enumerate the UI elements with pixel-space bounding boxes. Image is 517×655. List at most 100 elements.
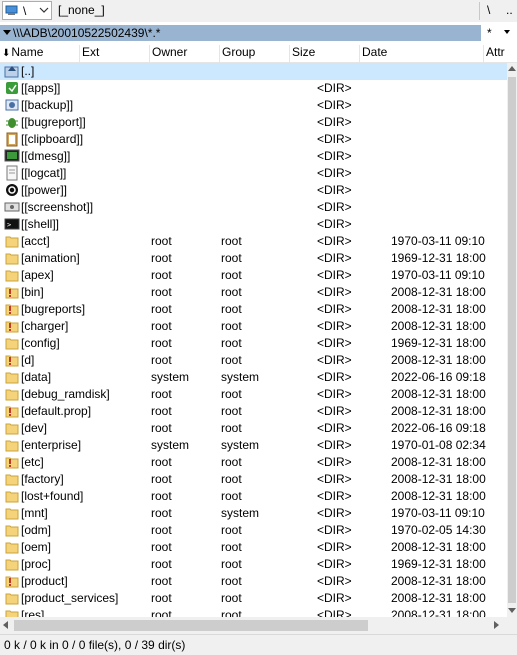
column-header: ⬇Name Ext Owner Group Size Date Attr [0, 43, 517, 63]
vertical-scrollbar[interactable] [507, 63, 517, 617]
column-attr[interactable]: Attr [484, 45, 517, 62]
file-row[interactable]: [odm] root root <DIR> 1970-02-05 14:30 [0, 522, 507, 539]
file-row[interactable]: [proc] root root <DIR> 1969-12-31 18:00 [0, 556, 507, 573]
file-row[interactable]: > [[shell]] <DIR> [0, 216, 507, 233]
file-name: [enterprise] [21, 438, 82, 452]
current-path[interactable]: \\\ADB\20010522502439\*.* [0, 25, 481, 41]
column-group[interactable]: Group [220, 45, 290, 62]
file-row[interactable]: [enterprise] system system <DIR> 1970-01-08 … [0, 437, 507, 454]
file-row[interactable]: [product] root root <DIR> 2008-12-31 18:00 [0, 573, 507, 590]
file-row[interactable]: [[screenshot]] <DIR> [0, 199, 507, 216]
power-icon [6, 184, 18, 196]
scroll-up-icon[interactable] [508, 66, 516, 71]
file-row[interactable]: [product_services] root root <DIR> 2008-12-3… [0, 590, 507, 607]
file-row[interactable]: [[clipboard]] <DIR> [0, 131, 507, 148]
file-group: root [221, 387, 242, 401]
file-name: [odm] [21, 523, 52, 537]
file-row[interactable]: [[logcat]] <DIR> [0, 165, 507, 182]
folder-icon [5, 372, 19, 384]
folder-link-icon [5, 321, 19, 333]
file-row[interactable]: [config] root root <DIR> 1969-12-31 18:00 [0, 335, 507, 352]
file-row[interactable]: [[bugreport]] <DIR> [0, 114, 507, 131]
file-size: <DIR> [317, 574, 352, 588]
file-row[interactable]: [bin] root root <DIR> 2008-12-31 18:00 [0, 284, 507, 301]
scroll-left-icon[interactable] [3, 621, 8, 629]
filter-button[interactable]: * [487, 26, 492, 40]
file-name: [oem] [21, 540, 52, 554]
file-row[interactable]: [charger] root root <DIR> 2008-12-31 18:00 [0, 318, 507, 335]
file-group: root [221, 557, 242, 571]
file-group: root [221, 285, 242, 299]
file-row[interactable]: [animation] root root <DIR> 1969-12-31 18:00 [0, 250, 507, 267]
file-row[interactable]: [oem] root root <DIR> 2008-12-31 18:00 [0, 539, 507, 556]
column-owner[interactable]: Owner [150, 45, 220, 62]
file-row[interactable]: [factory] root root <DIR> 2008-12-31 18:00 [0, 471, 507, 488]
file-group: system [221, 370, 260, 384]
file-name: [data] [21, 370, 52, 384]
file-owner: root [151, 608, 172, 617]
file-row[interactable]: [[power]] <DIR> [0, 182, 507, 199]
horizontal-scroll-thumb[interactable] [14, 620, 368, 631]
root-dir-button[interactable]: \ [487, 3, 490, 17]
file-owner: root [151, 523, 172, 537]
drive-selector[interactable]: \ [2, 1, 52, 20]
file-size: <DIR> [317, 132, 352, 146]
horizontal-scrollbar[interactable] [0, 617, 517, 634]
folder-link-icon [5, 406, 19, 418]
file-size: <DIR> [317, 387, 352, 401]
column-name[interactable]: ⬇Name [0, 45, 80, 62]
file-row[interactable]: [bugreports] root root <DIR> 2008-12-31 18:0… [0, 301, 507, 318]
file-row[interactable]: [debug_ramdisk] root root <DIR> 2008-12-31 1… [0, 386, 507, 403]
file-name: [default.prop] [21, 404, 92, 418]
file-row[interactable]: [[apps]] <DIR> [0, 80, 507, 97]
file-date: 2008-12-31 18:00 [391, 387, 486, 401]
folder-icon [5, 338, 19, 350]
file-date: 1969-12-31 18:00 [391, 251, 486, 265]
file-size: <DIR> [317, 404, 352, 418]
file-row[interactable]: [data] system system <DIR> 2022-06-16 09:18 [0, 369, 507, 386]
parent-dir-row[interactable]: [..] [0, 63, 507, 80]
scroll-down-icon[interactable] [508, 608, 516, 613]
file-size: <DIR> [317, 506, 352, 520]
file-row[interactable]: [dev] root root <DIR> 2022-06-16 09:18 [0, 420, 507, 437]
file-row[interactable]: [default.prop] root root <DIR> 2008-12-31 18… [0, 403, 507, 420]
file-date: 1970-03-11 09:10 [391, 506, 485, 520]
file-owner: root [151, 234, 172, 248]
file-row[interactable]: [etc] root root <DIR> 2008-12-31 18:00 [0, 454, 507, 471]
camera-icon [4, 202, 20, 212]
clipboard-icon [6, 132, 18, 147]
drive-toolbar: \ [_none_] \ .. [0, 0, 517, 22]
file-date: 2008-12-31 18:00 [391, 489, 486, 503]
file-row[interactable]: [d] root root <DIR> 2008-12-31 18:00 [0, 352, 507, 369]
scroll-right-icon[interactable] [494, 621, 499, 629]
file-size: <DIR> [317, 166, 352, 180]
folder-icon [5, 389, 19, 401]
vertical-scroll-thumb[interactable] [508, 77, 516, 603]
column-date[interactable]: Date [360, 45, 484, 62]
file-row[interactable]: [acct] root root <DIR> 1970-03-11 09:10 [0, 233, 507, 250]
file-row[interactable]: [apex] root root <DIR> 1970-03-11 09:10 [0, 267, 507, 284]
file-owner: root [151, 302, 172, 316]
sort-descending-icon: ⬇ [2, 48, 11, 59]
file-row[interactable]: [res] root root <DIR> 2008-12-31 18:00 [0, 607, 507, 617]
file-name: [apex] [21, 268, 54, 282]
file-size: <DIR> [317, 336, 352, 350]
file-owner: root [151, 387, 172, 401]
svg-text:>: > [7, 221, 11, 229]
file-size: <DIR> [317, 489, 352, 503]
file-row[interactable]: [[dmesg]] <DIR> [0, 148, 507, 165]
parent-dir-button[interactable]: .. [506, 3, 513, 17]
file-row[interactable]: [[backup]] <DIR> [0, 97, 507, 114]
column-size[interactable]: Size [290, 45, 360, 62]
folder-link-icon [5, 287, 19, 299]
file-owner: system [151, 438, 190, 452]
file-row[interactable]: [mnt] root system <DIR> 1970-03-11 09:10 [0, 505, 507, 522]
file-date: 1970-02-05 14:30 [391, 523, 486, 537]
parent-folder-icon [4, 66, 19, 78]
file-size: <DIR> [317, 285, 352, 299]
file-row[interactable]: [lost+found] root root <DIR> 2008-12-31 18:0… [0, 488, 507, 505]
history-dropdown-icon[interactable] [504, 30, 510, 34]
file-list[interactable]: [..] [[apps]] <DIR> [[backup]] <DIR> [[bugrep… [0, 63, 507, 617]
column-ext[interactable]: Ext [80, 45, 150, 62]
file-name: [product] [21, 574, 68, 588]
